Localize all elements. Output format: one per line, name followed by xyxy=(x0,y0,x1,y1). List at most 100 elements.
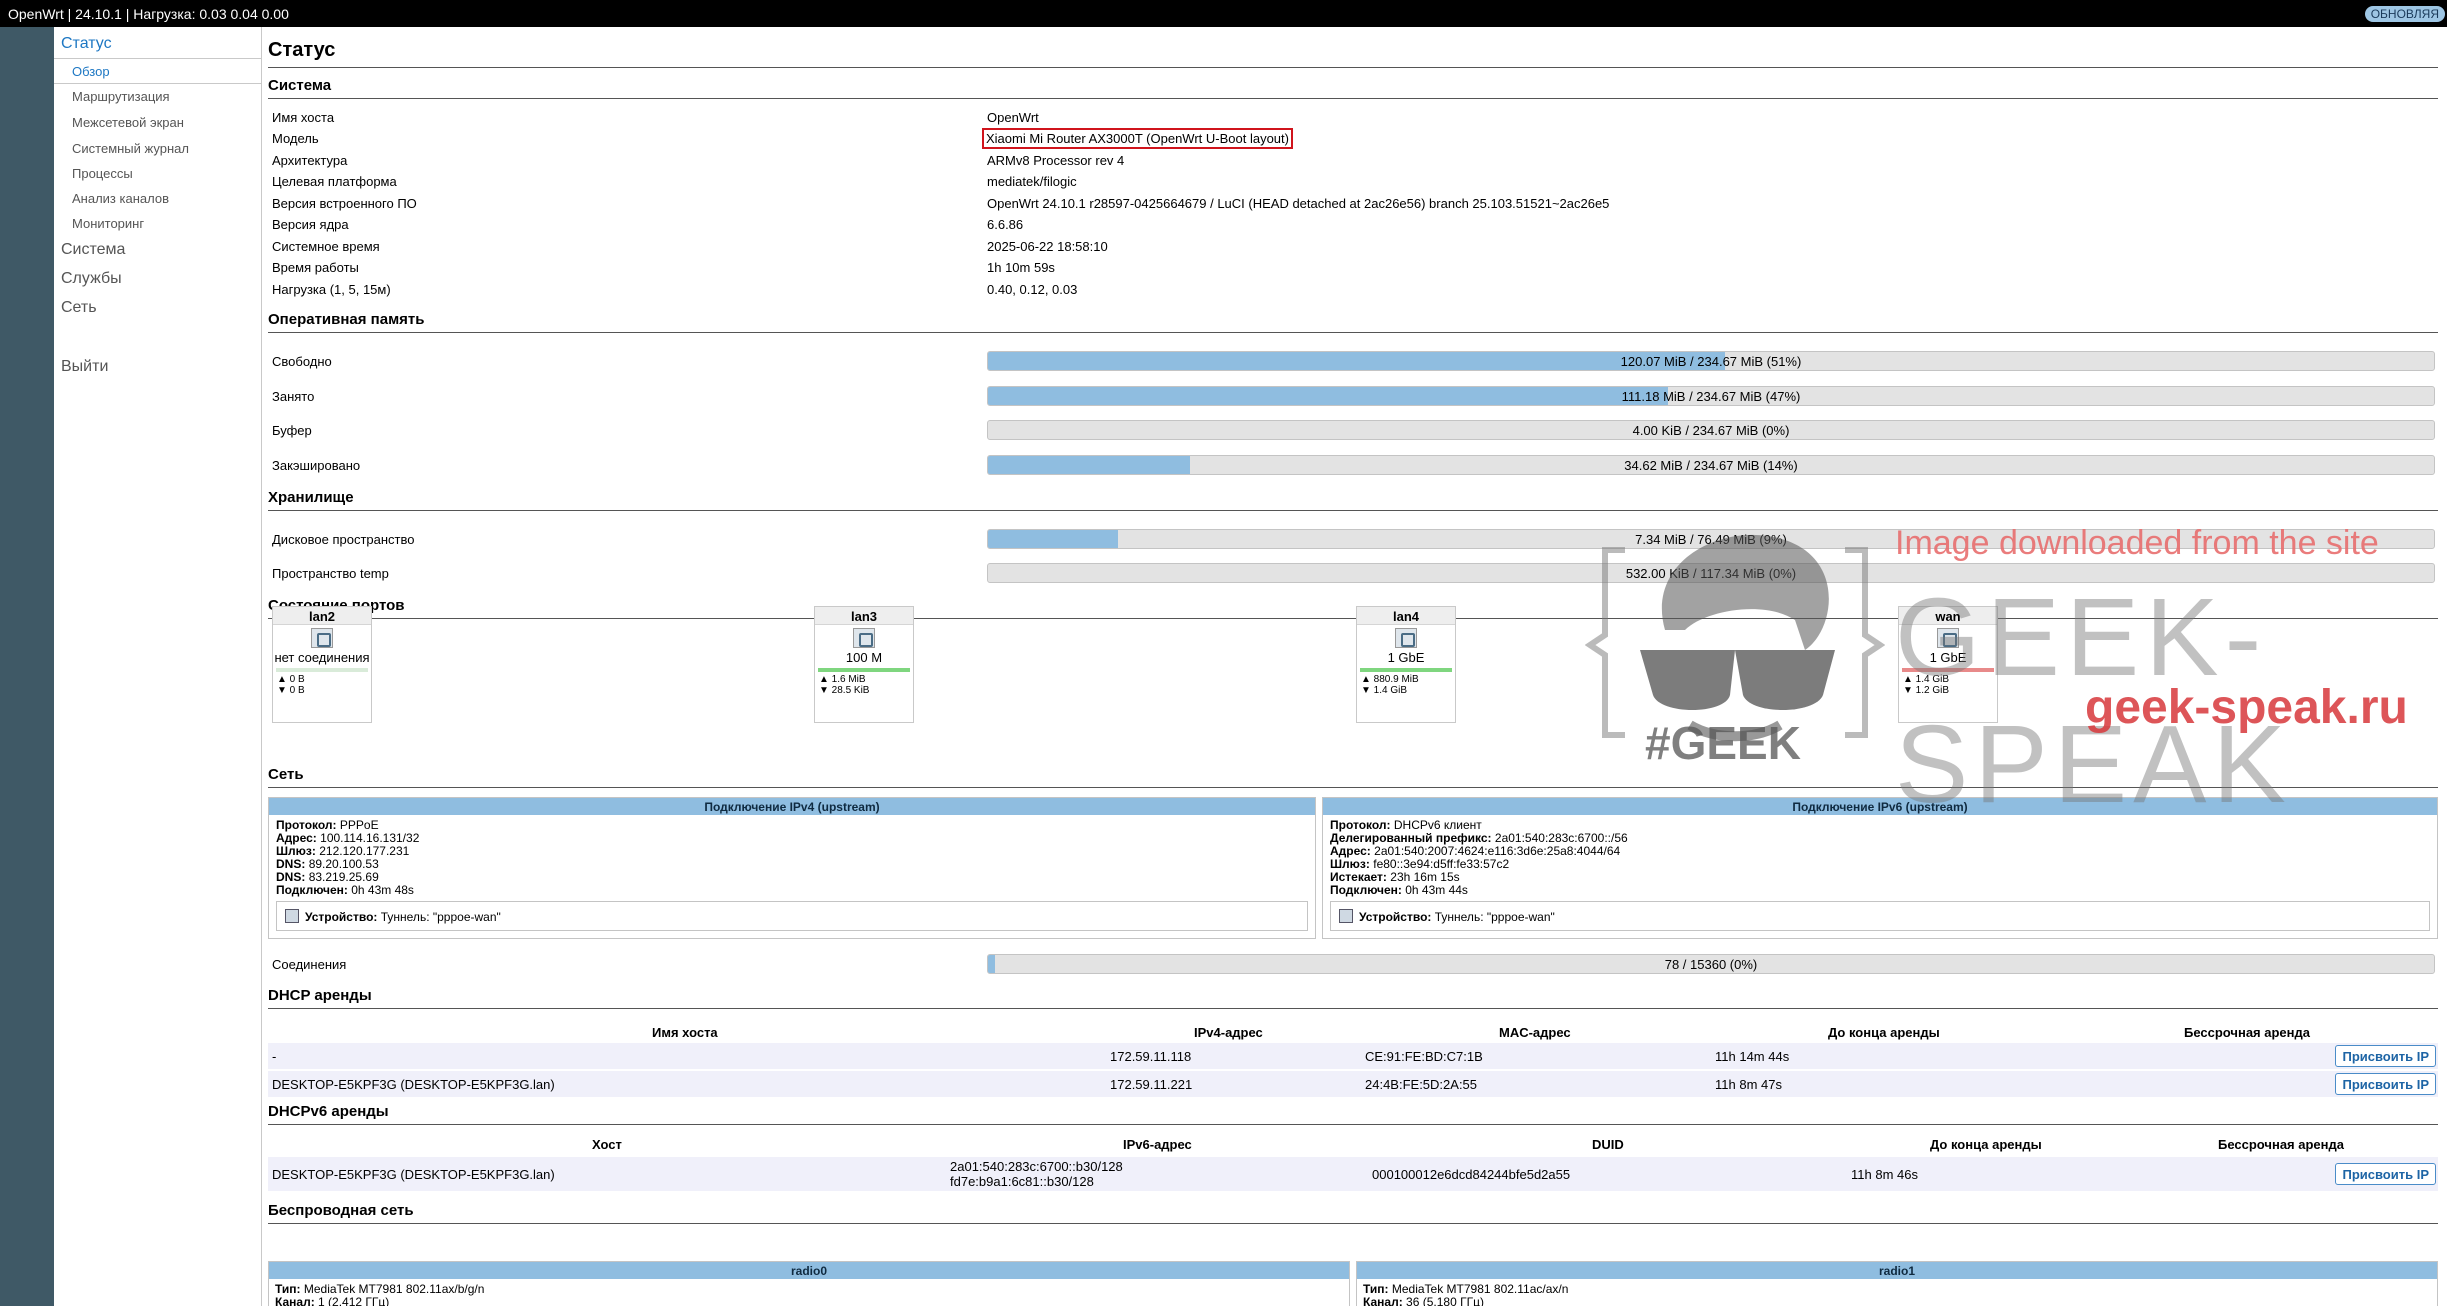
system-value: ARMv8 Processor rev 4 xyxy=(987,153,1125,168)
info-line: Истекает: 23h 16m 15s xyxy=(1330,870,1460,884)
dhcpv6-col-ipv6: IPv6-адрес xyxy=(1123,1137,1192,1152)
dhcp-col-static: Бессрочная аренда xyxy=(2184,1025,2310,1040)
port-status: нет соединения xyxy=(274,650,370,665)
port-link-bar xyxy=(276,668,368,672)
connections-label: Соединения xyxy=(272,957,347,972)
port-name: lan4 xyxy=(1357,607,1455,625)
system-value: 1h 10m 59s xyxy=(987,260,1055,275)
system-value: OpenWrt 24.10.1 r28597-0425664679 / LuCI… xyxy=(987,196,1610,211)
dhcp-cell-expires: 11h 14m 44s xyxy=(1715,1049,1790,1064)
port-traffic: ▲ 1.6 MiB ▼ 28.5 KiB xyxy=(819,674,870,696)
update-badge[interactable]: ОБНОВЛЯЯ xyxy=(2364,6,2445,22)
port-status: 100 M xyxy=(845,650,883,665)
dhcp-cell-mac: CE:91:FE:BD:C7:1B xyxy=(1365,1049,1483,1064)
info-line: Подключен: 0h 43m 44s xyxy=(1330,883,1468,897)
menu-routing[interactable]: Маршрутизация xyxy=(72,89,170,104)
dhcp-col-expires: До конца аренды xyxy=(1828,1025,1940,1040)
connections-bar: 78 / 15360 (0%) xyxy=(987,954,2435,974)
section-system: Система xyxy=(268,77,2438,99)
system-label: Целевая платформа xyxy=(272,174,397,189)
port-traffic: ▲ 880.9 MiB ▼ 1.4 GiB xyxy=(1361,674,1419,696)
dhcp-col-mac: MAC-адрес xyxy=(1499,1025,1571,1040)
header-title: OpenWrt | 24.10.1 | Нагрузка: 0.03 0.04 … xyxy=(8,6,289,22)
menu-logout[interactable]: Выйти xyxy=(61,358,108,376)
info-line: Канал: 36 (5.180 ГГц) xyxy=(1363,1295,1484,1306)
info-line: Шлюз: 212.120.177.231 xyxy=(276,844,410,858)
dhcp-cell-ip: 172.59.11.221 xyxy=(1110,1077,1193,1092)
dhcp-cell-ip: 172.59.11.118 xyxy=(1110,1049,1192,1064)
ethernet-port-icon xyxy=(1395,628,1417,648)
port-lan4: lan4 1 GbE ▲ 880.9 MiB ▼ 1.4 GiB xyxy=(1356,606,1456,723)
dhcp-col-ipv4: IPv4-адрес xyxy=(1194,1025,1263,1040)
memory-row-label: Закэшировано xyxy=(272,458,361,473)
menu-services[interactable]: Службы xyxy=(61,270,122,288)
top-bar: OpenWrt | 24.10.1 | Нагрузка: 0.03 0.04 … xyxy=(0,0,2447,27)
system-value: 0.40, 0.12, 0.03 xyxy=(987,282,1078,297)
sidebar: Статус Обзор Маршрутизация Межсетевой эк… xyxy=(54,27,262,1306)
port-status: 1 GbE xyxy=(1387,650,1425,665)
menu-overview[interactable]: Обзор xyxy=(72,64,110,79)
radio0-panel: radio0 Тип: MediaTek MT7981 802.11ax/b/g… xyxy=(268,1261,1350,1306)
menu-status[interactable]: Статус xyxy=(61,35,112,53)
device-icon xyxy=(1339,909,1353,923)
storage-row-bar: 532.00 KiB / 117.34 MiB (0%) xyxy=(987,563,2435,583)
page-title: Статус xyxy=(268,39,336,61)
port-link-bar xyxy=(1902,668,1994,672)
menu-network[interactable]: Сеть xyxy=(61,299,97,317)
storage-row-bar: 7.34 MiB / 76.49 MiB (9%) xyxy=(987,529,2435,549)
system-label: Версия встроенного ПО xyxy=(272,196,417,211)
ethernet-port-icon xyxy=(311,628,333,648)
dhcpv6-cell-host: DESKTOP-E5KPF3G (DESKTOP-E5KPF3G.lan) xyxy=(272,1167,555,1182)
storage-row-label: Дисковое пространство xyxy=(272,532,415,547)
dhcpv6-col-duid: DUID xyxy=(1592,1137,1624,1152)
dhcp-col-host: Имя хоста xyxy=(652,1025,718,1040)
radio0-header: radio0 xyxy=(269,1262,1349,1279)
port-lan3: lan3 100 M ▲ 1.6 MiB ▼ 28.5 KiB xyxy=(814,606,914,723)
info-line: DNS: 89.20.100.53 xyxy=(276,857,379,871)
memory-row-label: Свободно xyxy=(272,354,332,369)
port-lan2: lan2 нет соединения ▲ 0 B ▼ 0 B xyxy=(272,606,372,723)
section-dhcp: DHCP аренды xyxy=(268,987,2438,1009)
port-traffic: ▲ 0 B ▼ 0 B xyxy=(277,674,305,696)
info-line: Протокол: PPPoE xyxy=(276,818,379,832)
assign-ip-button[interactable]: Присвоить IP xyxy=(2335,1045,2436,1067)
system-label: Системное время xyxy=(272,239,380,254)
port-name: wan xyxy=(1899,607,1997,625)
menu-processes[interactable]: Процессы xyxy=(72,166,133,181)
menu-firewall[interactable]: Межсетевой экран xyxy=(72,115,184,130)
dhcpv6-cell-duid: 000100012e6dcd84244bfe5d2a55 xyxy=(1372,1167,1571,1182)
system-value: 2025-06-22 18:58:10 xyxy=(987,239,1108,254)
dhcpv6-col-static: Бессрочная аренда xyxy=(2218,1137,2344,1152)
section-storage: Хранилище xyxy=(268,489,2438,511)
assign-ip-button[interactable]: Присвоить IP xyxy=(2335,1073,2436,1095)
dhcpv6-cell-expires: 11h 8m 46s xyxy=(1851,1167,1918,1182)
port-status: 1 GbE xyxy=(1929,650,1967,665)
assign-ip-button[interactable]: Присвоить IP xyxy=(2335,1163,2436,1185)
memory-row-bar: 4.00 KiB / 234.67 MiB (0%) xyxy=(987,420,2435,440)
info-line: Шлюз: fe80::3e94:d5ff:fe33:57c2 xyxy=(1330,857,1510,871)
dhcpv6-col-expires: До конца аренды xyxy=(1930,1137,2042,1152)
port-name: lan3 xyxy=(815,607,913,625)
dhcpv6-cell-ipv6: 2a01:540:283c:6700::b30/128 fd7e:b9a1:6c8… xyxy=(950,1159,1123,1189)
ethernet-port-icon xyxy=(1937,628,1959,648)
memory-row-label: Занято xyxy=(272,389,315,404)
dhcpv6-lease-row: DESKTOP-E5KPF3G (DESKTOP-E5KPF3G.lan) 2a0… xyxy=(268,1157,2438,1191)
port-wan: wan 1 GbE ▲ 1.4 GiB ▼ 1.2 GiB xyxy=(1898,606,1998,723)
storage-row-label: Пространство temp xyxy=(272,566,389,581)
info-line: DNS: 83.219.25.69 xyxy=(276,870,379,884)
menu-channel-analysis[interactable]: Анализ каналов xyxy=(72,191,169,206)
menu-system[interactable]: Система xyxy=(61,241,125,259)
radio1-header: radio1 xyxy=(1357,1262,2437,1279)
ipv6-header: Подключение IPv6 (upstream) xyxy=(1323,798,2437,815)
menu-monitoring[interactable]: Мониторинг xyxy=(72,216,144,231)
dhcp-cell-mac: 24:4B:FE:5D:2A:55 xyxy=(1365,1077,1478,1092)
dhcpv6-col-host: Хост xyxy=(592,1137,622,1152)
port-link-bar xyxy=(1360,668,1452,672)
port-name: lan2 xyxy=(273,607,371,625)
port-link-bar xyxy=(818,668,910,672)
system-label: Версия ядра xyxy=(272,217,349,232)
model-value: Xiaomi Mi Router AX3000T (OpenWrt U-Boot… xyxy=(982,128,1293,149)
ipv6-upstream-panel: Подключение IPv6 (upstream) Протокол: DH… xyxy=(1322,797,2438,939)
left-strip xyxy=(0,27,54,1306)
menu-syslog[interactable]: Системный журнал xyxy=(72,141,189,156)
